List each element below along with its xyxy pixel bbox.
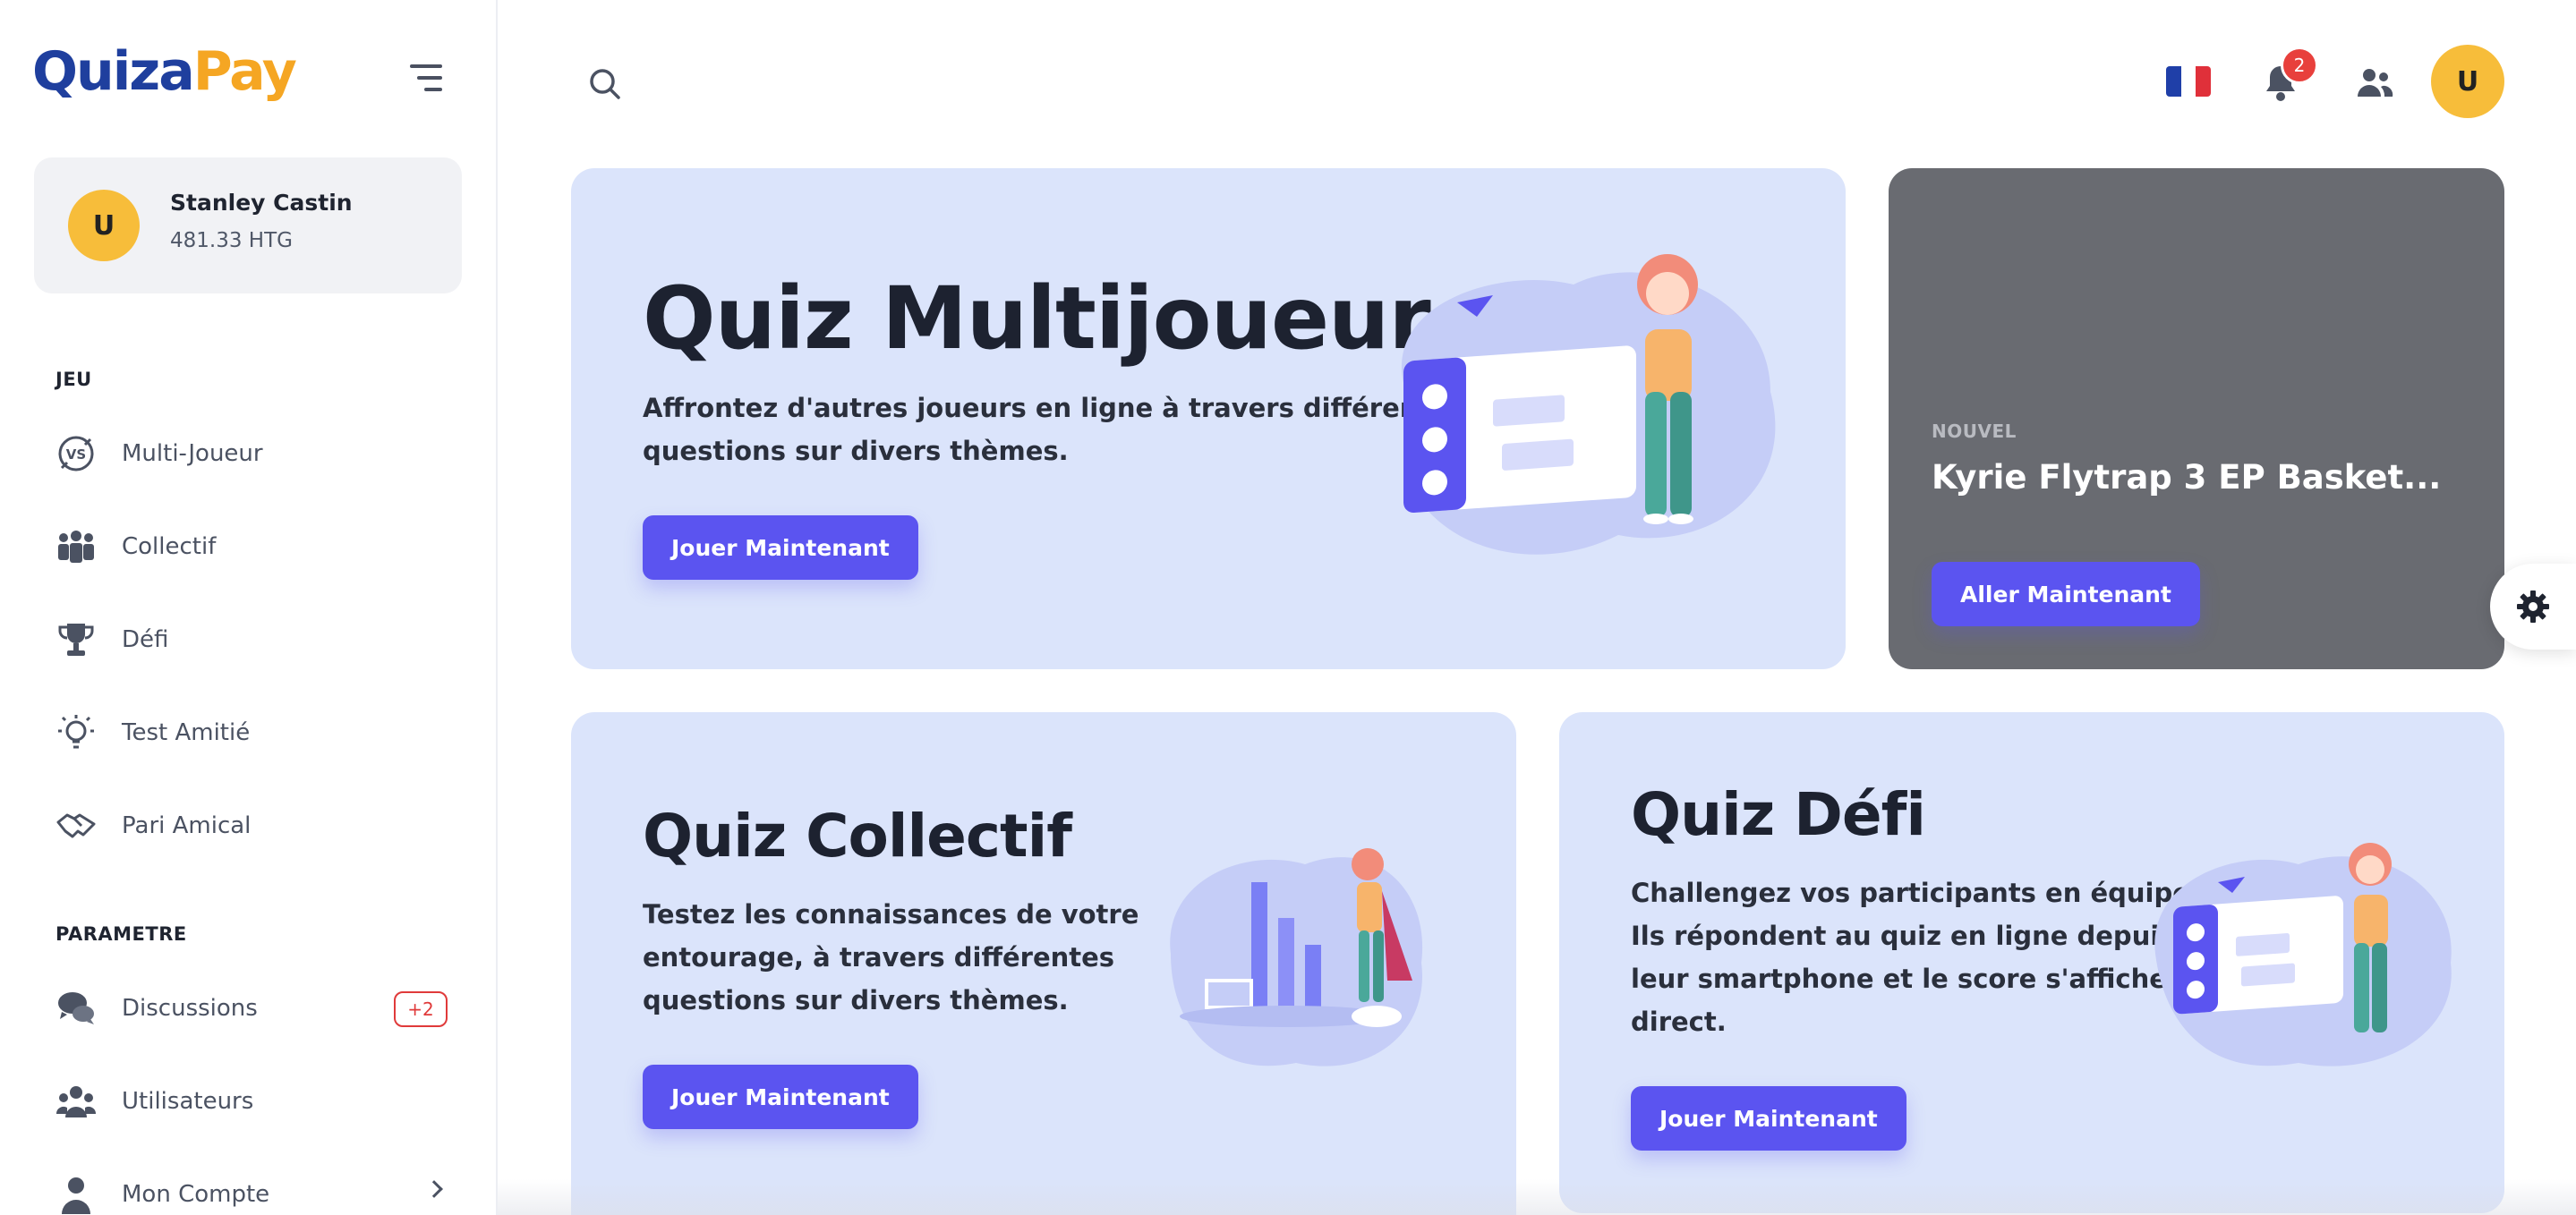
go-now-button[interactable]: Aller Maintenant	[1932, 562, 2200, 626]
sidebar: Quiza Pay U Stanley Castin 481.33 HTG JEU…	[0, 0, 498, 1215]
sidebar-item-label: Défi	[122, 626, 169, 653]
idea-icon	[54, 710, 98, 755]
collectif-illustration-icon	[1170, 848, 1423, 1066]
play-now-button[interactable]: Jouer Maintenant	[643, 1065, 918, 1129]
language-flag-icon[interactable]	[2166, 66, 2211, 97]
user-avatar: U	[68, 190, 140, 261]
search-icon[interactable]	[587, 66, 623, 102]
users-icon	[54, 1079, 98, 1124]
card-quiz-multijoueur: Quiz Multijoueur Affrontez d'autres joue…	[571, 168, 1846, 669]
discussions-badge: +2	[394, 991, 448, 1027]
promo-tag: NOUVEL	[1932, 421, 2017, 442]
user-card[interactable]: U Stanley Castin 481.33 HTG	[34, 157, 462, 293]
settings-gear-icon[interactable]	[2490, 564, 2576, 650]
sidebar-item-label: Utilisateurs	[122, 1088, 254, 1115]
sidebar-item-label: Discussions	[122, 995, 258, 1022]
card-quiz-collectif: Quiz Collectif Testez les connaissances …	[571, 712, 1516, 1215]
chevron-right-icon	[425, 1180, 443, 1198]
sidebar-item-label: Collectif	[122, 533, 217, 560]
quizapay-logo[interactable]: Quiza Pay	[32, 36, 297, 107]
sidebar-item-label: Mon Compte	[122, 1181, 270, 1208]
defi-illustration-icon	[2154, 843, 2452, 1066]
sidebar-item-multi-joueur[interactable]: VS Multi-Joueur	[54, 422, 456, 485]
promo-title: Kyrie Flytrap 3 EP Basket...	[1932, 458, 2442, 497]
card-desc-line: questions sur divers thèmes.	[643, 985, 1069, 1015]
trophy-icon	[54, 617, 98, 662]
flag-stripe-blue	[2166, 66, 2181, 97]
user-balance: 481.33 HTG	[170, 229, 293, 252]
promo-carousel: NOUVEL Kyrie Flytrap 3 EP Basket... Alle…	[1889, 168, 2504, 669]
contacts-icon[interactable]	[2356, 64, 2393, 100]
menu-toggle-icon[interactable]	[410, 64, 442, 91]
card-desc-line: entourage, à travers différentes	[643, 942, 1115, 973]
svg-text:VS: VS	[66, 446, 86, 463]
sidebar-item-label: Pari Amical	[122, 812, 252, 839]
play-now-button[interactable]: Jouer Maintenant	[643, 515, 918, 580]
account-icon	[54, 1172, 98, 1215]
sidebar-item-defi[interactable]: Défi	[54, 608, 456, 671]
card-desc-line: Affrontez d'autres joueurs en ligne à tr…	[643, 393, 1464, 423]
card-title: Quiz Collectif	[643, 802, 1072, 871]
notification-count-badge: 2	[2281, 47, 2318, 84]
header-avatar[interactable]: U	[2431, 45, 2504, 118]
sidebar-item-label: Multi-Joueur	[122, 440, 263, 467]
sidebar-item-utilisateurs[interactable]: Utilisateurs	[54, 1070, 456, 1133]
card-title: Quiz Multijoueur	[643, 268, 1431, 369]
card-desc-line: Challengez vos participants en équipe.	[1631, 878, 2200, 908]
sidebar-item-mon-compte[interactable]: Mon Compte	[54, 1163, 456, 1215]
card-desc-line: Ils répondent au quiz en ligne depuis	[1631, 921, 2175, 951]
card-desc-line: Testez les connaissances de votre	[643, 899, 1139, 930]
versus-icon: VS	[54, 431, 98, 476]
flag-stripe-white	[2180, 66, 2196, 97]
card-desc-line: questions sur divers thèmes.	[643, 436, 1069, 466]
card-title: Quiz Défi	[1631, 780, 1926, 849]
flag-stripe-red	[2196, 66, 2211, 97]
logo-part-1: Quiza	[32, 40, 195, 103]
sidebar-item-discussions[interactable]: Discussions +2	[54, 977, 456, 1040]
card-desc-line: leur smartphone et le score s'affiche en	[1631, 964, 2213, 994]
play-now-button[interactable]: Jouer Maintenant	[1631, 1086, 1906, 1151]
section-label-parametre: PARAMETRE	[55, 923, 187, 945]
user-name: Stanley Castin	[170, 190, 353, 216]
card-desc-line: direct.	[1631, 1007, 1727, 1037]
chat-icon	[54, 986, 98, 1031]
handshake-icon	[54, 803, 98, 848]
bottom-scroll-fade	[498, 1179, 2576, 1215]
sidebar-item-test-amitie[interactable]: Test Amitié	[54, 701, 456, 764]
section-label-jeu: JEU	[55, 369, 92, 390]
sidebar-item-collectif[interactable]: Collectif	[54, 515, 456, 578]
team-icon	[54, 524, 98, 569]
quiz-illustration-icon	[1401, 254, 1776, 555]
sidebar-item-label: Test Amitié	[122, 719, 251, 746]
card-quiz-defi: Quiz Défi Challengez vos participants en…	[1559, 712, 2504, 1213]
logo-part-2: Pay	[192, 40, 297, 103]
sidebar-item-pari-amical[interactable]: Pari Amical	[54, 794, 456, 857]
